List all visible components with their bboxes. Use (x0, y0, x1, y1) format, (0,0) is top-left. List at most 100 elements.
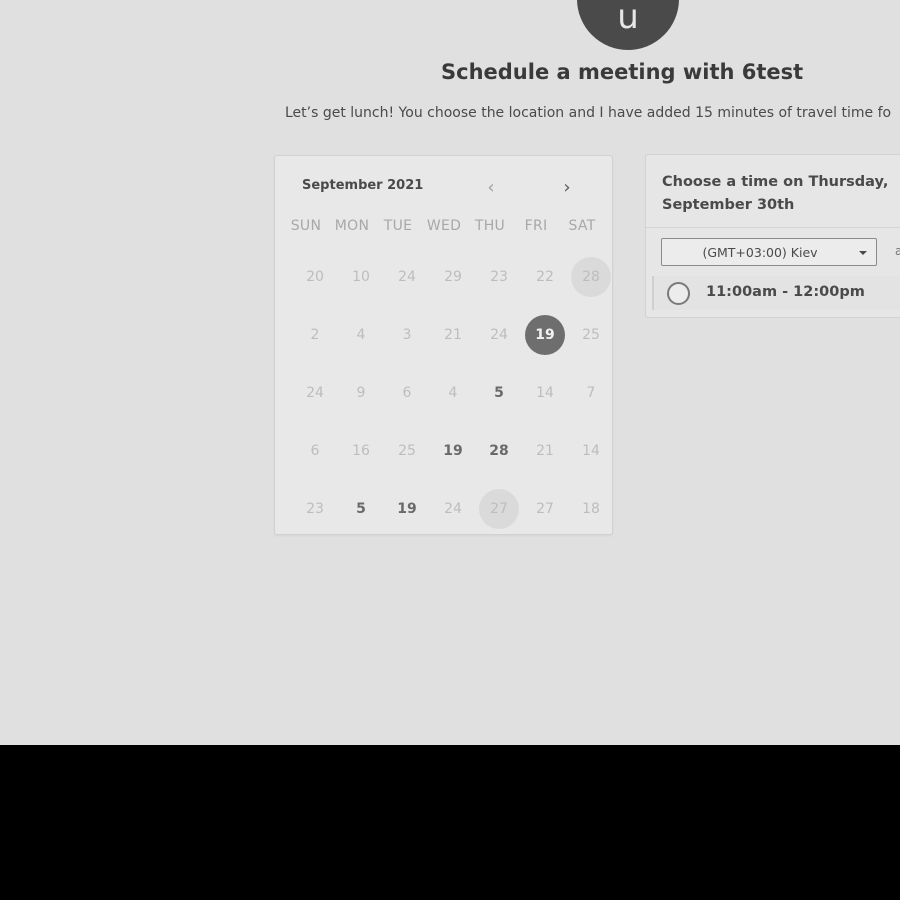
calendar-day-number: 18 (582, 501, 600, 517)
weekday-label: SAT (568, 218, 596, 234)
previous-month-icon[interactable]: ‹ (480, 176, 502, 200)
calendar-day-number: 23 (306, 501, 324, 517)
calendar-week-row: 20 10 24 29 23 22 28 (292, 248, 614, 306)
timezone-extra-text: a (895, 244, 900, 258)
weekday-label: WED (426, 218, 462, 234)
next-month-icon[interactable]: › (556, 176, 578, 200)
calendar-day-number: 10 (352, 269, 370, 285)
calendar-day: 16 (338, 431, 384, 471)
calendar-day: 10 (338, 257, 384, 297)
calendar-day: 4 (338, 315, 384, 355)
calendar-day-selected[interactable]: 19 (522, 315, 568, 355)
calendar-day-number: 25 (398, 443, 416, 459)
calendar-day-number: 4 (356, 327, 366, 343)
weekday-label: TUE (383, 218, 413, 234)
calendar-day[interactable]: 19 (384, 489, 430, 529)
calendar-day: 23 (476, 257, 522, 297)
calendar-day-number: 28 (571, 257, 611, 297)
calendar-day-number: 6 (310, 443, 320, 459)
scheduling-page: u Schedule a meeting with 6test Let’s ge… (0, 0, 900, 745)
calendar-day: 27 (476, 489, 522, 529)
calendar-week-row: 2 4 3 21 24 19 25 (292, 306, 614, 364)
time-selection-panel: Choose a time on Thursday, September 30t… (645, 154, 900, 318)
calendar-day: 6 (384, 373, 430, 413)
calendar-day-number: 16 (352, 443, 370, 459)
calendar-day-number: 20 (306, 269, 324, 285)
weekday-header: SUN MON TUE WED THU FRI SAT (283, 218, 605, 234)
calendar-day-number: 24 (490, 327, 508, 343)
weekday-label: FRI (524, 218, 548, 234)
time-slot-label: 11:00am - 12:00pm (706, 284, 865, 300)
calendar-day: 18 (568, 489, 614, 529)
calendar-day-number: 9 (356, 385, 366, 401)
calendar-day: 6 (292, 431, 338, 471)
calendar-day: 24 (292, 373, 338, 413)
calendar-day-number: 14 (536, 385, 554, 401)
bottom-black-bar (0, 745, 900, 900)
calendar-day-number: 21 (444, 327, 462, 343)
calendar-day: 25 (384, 431, 430, 471)
calendar-day: 3 (384, 315, 430, 355)
calendar-day-number: 5 (494, 385, 504, 401)
chevron-down-icon (859, 251, 867, 255)
calendar-day: 24 (476, 315, 522, 355)
timezone-select[interactable]: (GMT+03:00) Kiev (661, 238, 877, 266)
calendar-day-number: 23 (490, 269, 508, 285)
calendar-day-number: 24 (444, 501, 462, 517)
calendar-day-number: 4 (448, 385, 458, 401)
calendar-day-number: 6 (402, 385, 412, 401)
calendar-day: 29 (430, 257, 476, 297)
calendar-day: 25 (568, 315, 614, 355)
calendar-day-number: 3 (402, 327, 412, 343)
date-picker-calendar: September 2021 ‹ › SUN MON TUE WED THU F… (274, 155, 613, 535)
divider (646, 227, 900, 228)
calendar-day-number: 29 (444, 269, 462, 285)
calendar-day-number: 14 (582, 443, 600, 459)
calendar-day-grid: 20 10 24 29 23 22 28 2 4 3 21 24 19 25 24 9 6 4 5 14 7 6 16 25 1… (292, 248, 614, 538)
time-panel-heading: Choose a time on Thursday, September 30t… (662, 174, 889, 213)
calendar-day: 24 (430, 489, 476, 529)
calendar-day: 24 (384, 257, 430, 297)
calendar-day: 21 (430, 315, 476, 355)
calendar-day: 14 (522, 373, 568, 413)
calendar-day: 20 (292, 257, 338, 297)
calendar-day-number: 7 (586, 385, 596, 401)
calendar-day-number: 19 (525, 315, 565, 355)
calendar-day[interactable]: 19 (430, 431, 476, 471)
calendar-week-row: 24 9 6 4 5 14 7 (292, 364, 614, 422)
time-slot-option[interactable]: 11:00am - 12:00pm (652, 276, 900, 310)
avatar-letter: u (617, 0, 639, 37)
calendar-day: 21 (522, 431, 568, 471)
weekday-label: MON (334, 218, 370, 234)
calendar-month-label: September 2021 (302, 178, 424, 193)
calendar-day-number: 19 (397, 501, 417, 517)
calendar-day-number: 22 (536, 269, 554, 285)
calendar-day: 22 (522, 257, 568, 297)
calendar-week-row: 6 16 25 19 28 21 14 (292, 422, 614, 480)
calendar-day: 14 (568, 431, 614, 471)
time-slot-radio[interactable] (667, 282, 690, 305)
calendar-day: 2 (292, 315, 338, 355)
calendar-day[interactable]: 5 (476, 373, 522, 413)
calendar-day: 9 (338, 373, 384, 413)
calendar-day-number: 19 (443, 443, 463, 459)
meeting-description: Let’s get lunch! You choose the location… (285, 105, 892, 121)
calendar-day-number: 27 (479, 489, 519, 529)
calendar-day-number: 24 (306, 385, 324, 401)
calendar-day[interactable]: 5 (338, 489, 384, 529)
host-avatar: u (577, 0, 679, 50)
calendar-day-number: 2 (310, 327, 320, 343)
page-title: Schedule a meeting with 6test (441, 60, 804, 84)
calendar-day-number: 25 (582, 327, 600, 343)
calendar-day-number: 5 (356, 501, 366, 517)
calendar-day[interactable]: 28 (476, 431, 522, 471)
calendar-day: 27 (522, 489, 568, 529)
timezone-selected-value: (GMT+03:00) Kiev (702, 245, 818, 260)
calendar-week-row: 23 5 19 24 27 27 18 (292, 480, 614, 538)
calendar-day: 7 (568, 373, 614, 413)
calendar-day-number: 24 (398, 269, 416, 285)
weekday-label: SUN (290, 218, 322, 234)
calendar-day: 28 (568, 257, 614, 297)
calendar-day-number: 27 (536, 501, 554, 517)
calendar-day: 4 (430, 373, 476, 413)
